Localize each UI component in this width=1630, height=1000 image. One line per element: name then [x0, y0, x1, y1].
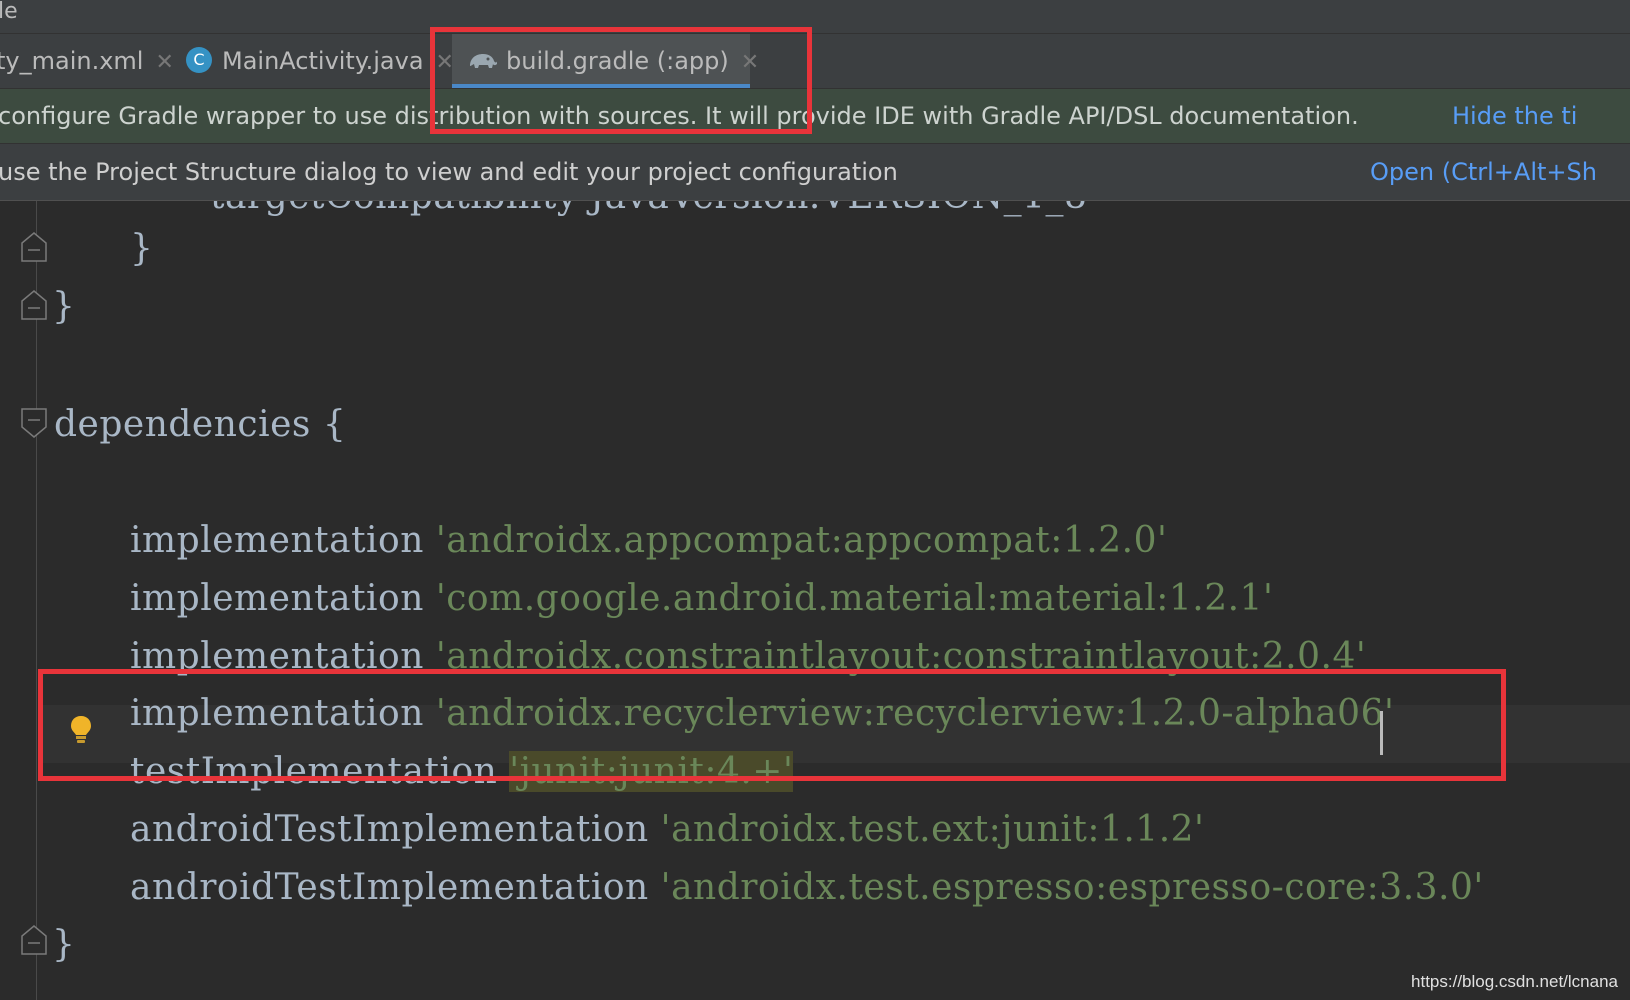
- window-title-bar: le: [0, 0, 1630, 34]
- notification-message: use the Project Structure dialog to view…: [0, 158, 898, 186]
- tab-label: MainActivity.java: [222, 47, 424, 75]
- code-line: targetCompatibility JavaVersion.VERSION_…: [210, 201, 1087, 217]
- code-line: }: [52, 924, 76, 965]
- gradle-wrapper-notification: configure Gradle wrapper to use distribu…: [0, 89, 1630, 144]
- code-line: }: [130, 228, 154, 269]
- class-c-icon: C: [186, 47, 212, 73]
- code-line: androidTestImplementation 'androidx.test…: [130, 809, 1205, 850]
- project-structure-notification: use the Project Structure dialog to view…: [0, 144, 1630, 201]
- code-editor[interactable]: targetCompatibility JavaVersion.VERSION_…: [0, 201, 1630, 1000]
- hide-tip-link[interactable]: Hide the ti: [1452, 89, 1577, 143]
- tab-main-activity-java[interactable]: C MainActivity.java ✕: [186, 34, 454, 88]
- fold-start-icon[interactable]: [21, 408, 47, 438]
- code-line: }: [52, 286, 76, 327]
- fold-end-icon[interactable]: [21, 232, 47, 262]
- code-line: implementation 'androidx.appcompat:appco…: [130, 520, 1168, 561]
- tab-label: ty_main.xml: [0, 47, 144, 75]
- tab-activity-main-xml[interactable]: ty_main.xml ✕: [0, 34, 174, 88]
- code-line: androidTestImplementation 'androidx.test…: [130, 867, 1484, 908]
- fold-end-icon[interactable]: [21, 925, 47, 955]
- close-icon[interactable]: ✕: [155, 50, 173, 75]
- open-project-structure-link[interactable]: Open (Ctrl+Alt+Sh: [1370, 144, 1597, 200]
- gutter-separator: [36, 201, 37, 1000]
- code-line: dependencies {: [54, 404, 347, 445]
- watermark: https://blog.csdn.net/lcnana: [1411, 972, 1618, 991]
- annotation-box-tab: [430, 27, 812, 134]
- annotation-box-dependency: [38, 669, 1506, 781]
- editor-tab-bar: ty_main.xml ✕ C MainActivity.java ✕ build.g…: [0, 34, 1630, 89]
- fold-end-icon[interactable]: [21, 290, 47, 320]
- code-line: implementation 'com.google.android.mater…: [130, 578, 1274, 619]
- window-title: le: [0, 0, 18, 24]
